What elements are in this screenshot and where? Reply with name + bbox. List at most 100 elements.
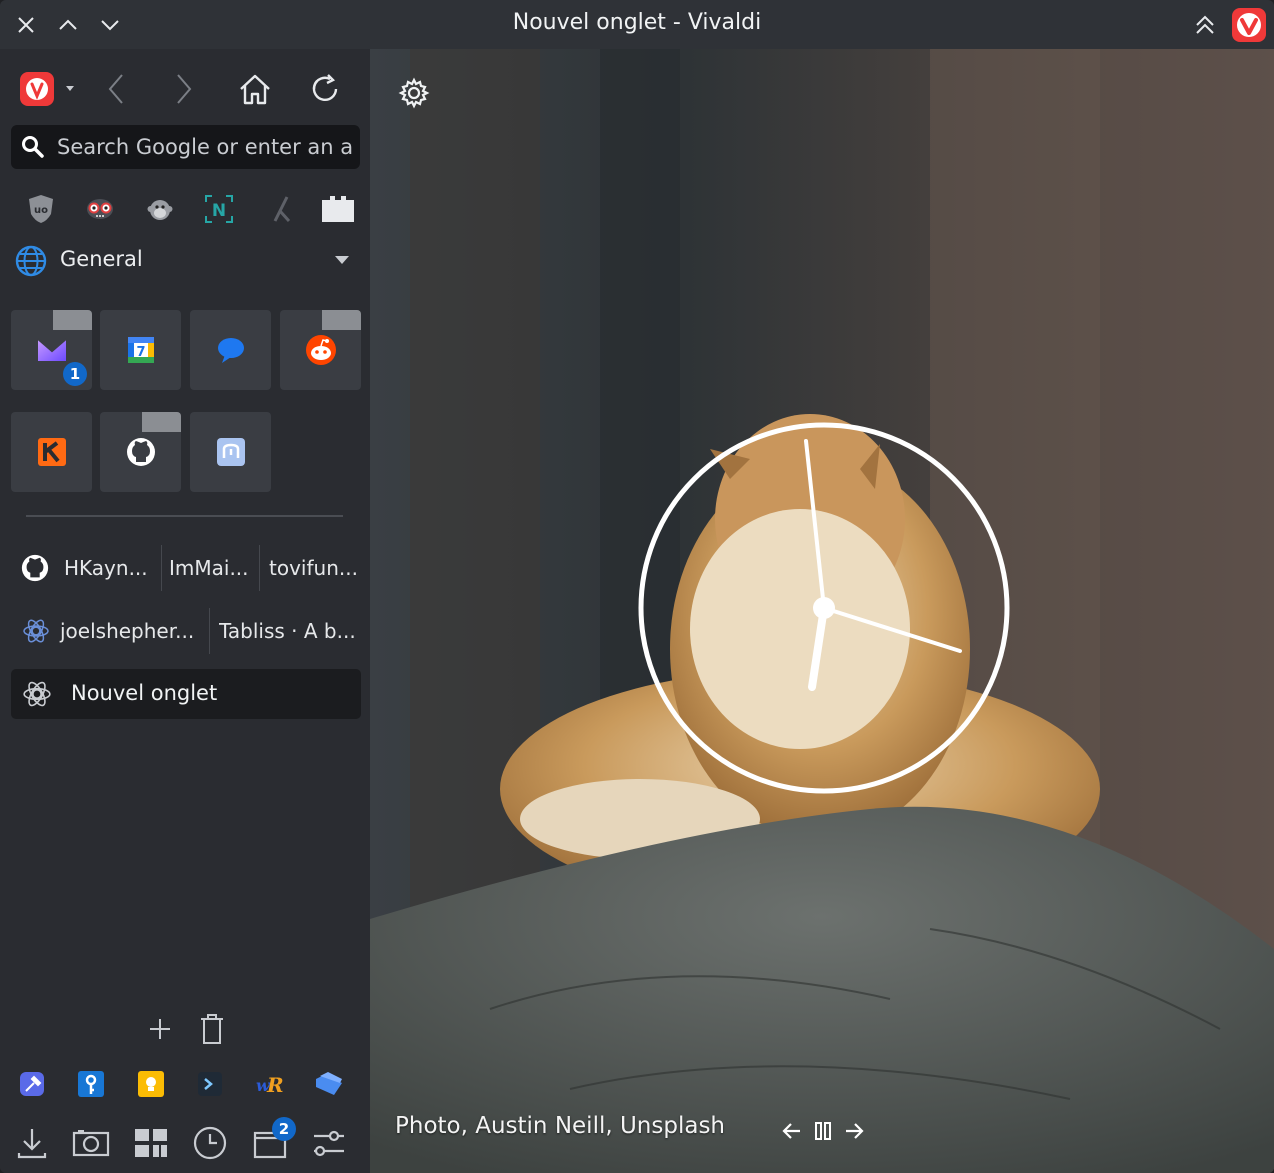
arrow-right-icon: [846, 1123, 864, 1139]
window-panel-button[interactable]: 2: [250, 1117, 296, 1163]
extensions-button[interactable]: [318, 189, 358, 229]
web-panel-keyring[interactable]: [71, 1064, 111, 1104]
tool-extension-button[interactable]: [260, 189, 300, 229]
tab-stack-row: joelshepher... Tabliss · A b...: [10, 606, 361, 656]
photo-credit[interactable]: Photo, Austin Neill, Unsplash: [395, 1113, 725, 1139]
clock-icon: [193, 1126, 227, 1160]
home-button[interactable]: [233, 67, 277, 111]
pinned-tab-mail[interactable]: 1: [11, 310, 92, 390]
new-tab-page: Photo, Austin Neill, Unsplash: [370, 49, 1274, 1173]
search-icon: [22, 136, 44, 158]
title-bar: Nouvel onglet - Vivaldi: [0, 0, 1274, 49]
previous-background-button[interactable]: [780, 1119, 804, 1147]
reload-button[interactable]: [303, 67, 347, 111]
tab-tabliss[interactable]: Tabliss · A b...: [219, 606, 361, 656]
svg-text:7: 7: [136, 345, 145, 360]
double-chevron-up-icon: [1196, 15, 1214, 34]
vivaldi-menu-button[interactable]: [16, 67, 80, 111]
github-icon: [21, 554, 49, 582]
github-icon: [126, 438, 155, 466]
chat-bubble-icon: [217, 338, 244, 363]
tampermonkey-icon: [147, 200, 173, 220]
tab-title: ImMai...: [169, 556, 249, 580]
tab-github-hkayn[interactable]: HKayn...: [10, 543, 160, 593]
reddit-icon: [305, 335, 336, 365]
active-tab[interactable]: Nouvel onglet: [11, 669, 361, 719]
pause-background-button[interactable]: [811, 1119, 835, 1147]
home-icon: [240, 74, 270, 105]
pinned-tab-kagi[interactable]: [11, 412, 92, 492]
web-panel-hammer[interactable]: [12, 1064, 52, 1104]
hammer-icon: [20, 1072, 44, 1096]
clock-minute-hand: [804, 439, 826, 610]
tab-title: joelshepher...: [60, 619, 195, 643]
vivaldi-logo-icon: [1232, 8, 1266, 42]
new-tab-button[interactable]: [140, 1009, 180, 1049]
capture-button[interactable]: [71, 1123, 111, 1163]
ublock-extension-button[interactable]: uo: [21, 189, 61, 229]
tab-title: Nouvel onglet: [71, 681, 218, 705]
tab-separator: [161, 545, 162, 591]
pinned-tab-github[interactable]: [100, 412, 181, 492]
svg-text:N: N: [212, 201, 226, 221]
notion-extension-button[interactable]: N: [199, 189, 239, 229]
downloads-button[interactable]: [12, 1123, 52, 1163]
google-calendar-icon: 7: [127, 337, 154, 363]
key-icon: [78, 1071, 104, 1097]
plus-icon: [150, 1019, 170, 1039]
closed-tabs-button[interactable]: [192, 1009, 232, 1049]
pinned-divider: [26, 515, 343, 517]
pinned-tab-mastodon[interactable]: [190, 412, 271, 492]
download-icon: [17, 1129, 47, 1159]
workspace-selector[interactable]: General: [10, 239, 360, 283]
clock-hour-hand: [808, 604, 828, 691]
pause-icon: [815, 1122, 831, 1140]
pinned-tab-calendar[interactable]: 7: [100, 310, 181, 390]
lightbulb-note-icon: [138, 1071, 164, 1097]
clock-second-hand: [822, 606, 962, 653]
page-settings-button[interactable]: [396, 75, 432, 115]
privacy-badger-button[interactable]: [80, 189, 120, 229]
history-button[interactable]: [190, 1123, 230, 1163]
keep-above-button[interactable]: [1188, 8, 1222, 42]
pinned-tab-messages[interactable]: [190, 310, 271, 390]
camera-icon: [72, 1130, 110, 1157]
web-panel-keep[interactable]: [131, 1064, 171, 1104]
back-icon: [108, 74, 123, 104]
tab-sidebar: uo N General 1 7: [0, 49, 370, 1173]
settings-sliders-button[interactable]: [309, 1123, 349, 1163]
gear-icon: [398, 77, 430, 109]
dropdown-arrow-icon: [335, 256, 349, 264]
arrow-left-icon: [782, 1123, 800, 1139]
tiling-button[interactable]: [131, 1123, 171, 1163]
proton-mail-icon: [36, 338, 67, 361]
next-background-button[interactable]: [842, 1119, 866, 1147]
tab-title: HKayn...: [64, 556, 148, 580]
pinned-tab-reddit[interactable]: [280, 310, 361, 390]
tabliss-icon: [23, 619, 49, 643]
search-input[interactable]: [57, 125, 353, 169]
tab-tovifun[interactable]: tovifun...: [269, 543, 361, 593]
web-panel-terminal[interactable]: [190, 1064, 230, 1104]
svg-text:R: R: [266, 1073, 284, 1097]
address-search-bar[interactable]: [11, 125, 360, 169]
tab-immai[interactable]: ImMai...: [169, 543, 257, 593]
open-tab-indicator: [53, 310, 92, 330]
tab-stack-row: HKayn... ImMai... tovifun...: [10, 543, 361, 593]
vivaldi-menu-icon: [20, 72, 74, 106]
folder-stack-icon: [316, 1072, 342, 1095]
ublock-icon: uo: [29, 195, 53, 223]
window-count-badge: 2: [272, 1117, 296, 1141]
notion-icon: N: [205, 195, 233, 223]
tab-joelshepherd[interactable]: joelshepher...: [10, 606, 206, 656]
globe-icon: [15, 245, 47, 277]
forward-button[interactable]: [162, 67, 206, 111]
monkey-extension-button[interactable]: [140, 189, 180, 229]
open-tab-indicator: [142, 412, 181, 432]
tool-icon: [273, 196, 291, 223]
back-button[interactable]: [94, 67, 138, 111]
web-panel-wr[interactable]: wR: [250, 1064, 290, 1104]
terminal-icon: [198, 1072, 222, 1096]
workspace-label: General: [60, 247, 143, 271]
web-panel-files[interactable]: [309, 1064, 349, 1104]
